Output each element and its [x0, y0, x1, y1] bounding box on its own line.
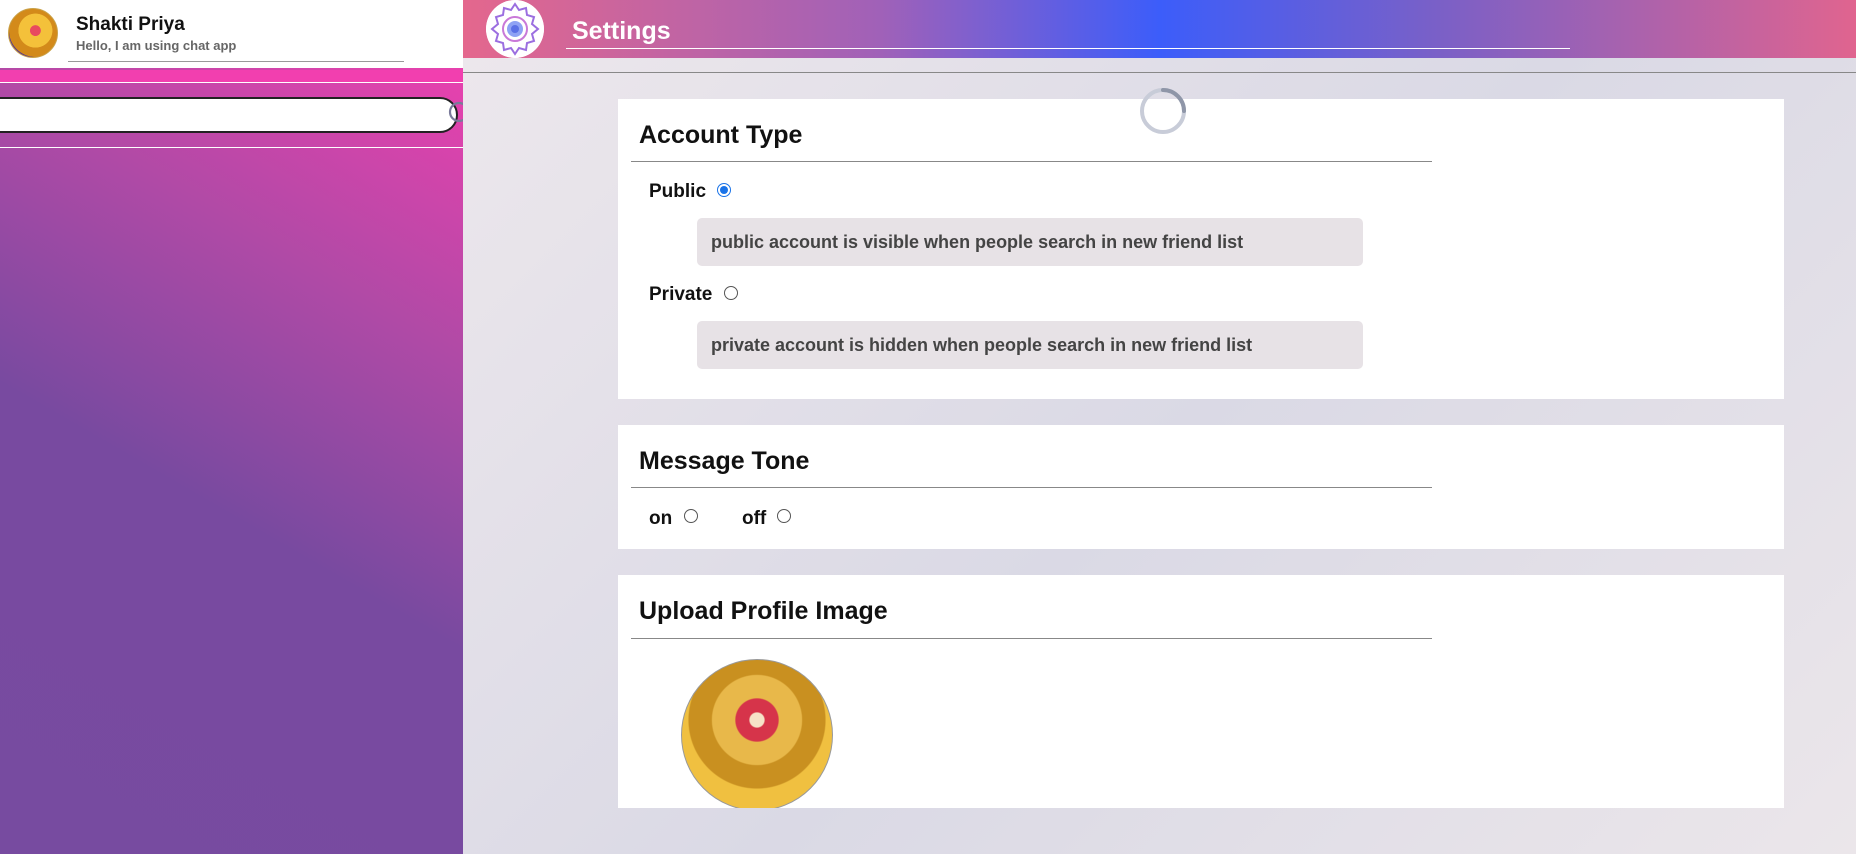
public-label: Public — [649, 181, 707, 202]
account-type-divider — [631, 161, 1432, 162]
search-box — [0, 97, 458, 133]
account-type-title: Account Type — [639, 121, 803, 149]
tone-off-label: off — [742, 508, 767, 529]
public-description: public account is visible when people se… — [697, 218, 1363, 266]
profile-header: Shakti Priya Hello, I am using chat app — [0, 0, 463, 68]
tone-on-label: on — [649, 508, 673, 529]
public-radio[interactable] — [717, 183, 731, 197]
user-status: Hello, I am using chat app — [76, 38, 237, 53]
message-tone-card: Message Tone on off — [618, 425, 1784, 549]
avatar[interactable] — [8, 8, 58, 58]
private-radio[interactable] — [724, 286, 738, 300]
private-description: private account is hidden when people se… — [697, 321, 1363, 369]
header-divider — [463, 72, 1856, 73]
gear-icon[interactable] — [486, 0, 544, 58]
sidebar-strip — [0, 70, 463, 82]
private-label: Private — [649, 284, 713, 305]
user-name: Shakti Priya — [76, 14, 185, 35]
account-type-card: Account Type Public public account is vi… — [618, 99, 1784, 399]
profile-divider — [68, 61, 404, 62]
page-title: Settings — [572, 17, 671, 45]
header-bar — [463, 0, 1856, 58]
profile-image-preview[interactable] — [681, 659, 833, 808]
upload-title: Upload Profile Image — [639, 597, 888, 625]
search-input[interactable] — [6, 103, 386, 129]
upload-image-card: Upload Profile Image — [618, 575, 1784, 808]
message-tone-divider — [631, 487, 1432, 488]
loading-spinner-icon — [1140, 88, 1186, 134]
tone-on-radio[interactable] — [684, 509, 698, 523]
message-tone-title: Message Tone — [639, 447, 810, 475]
upload-divider — [631, 638, 1432, 639]
search-bar — [0, 82, 463, 148]
title-underline — [566, 48, 1570, 49]
sidebar: Shakti Priya Hello, I am using chat app — [0, 0, 463, 854]
tone-off-radio[interactable] — [777, 509, 791, 523]
